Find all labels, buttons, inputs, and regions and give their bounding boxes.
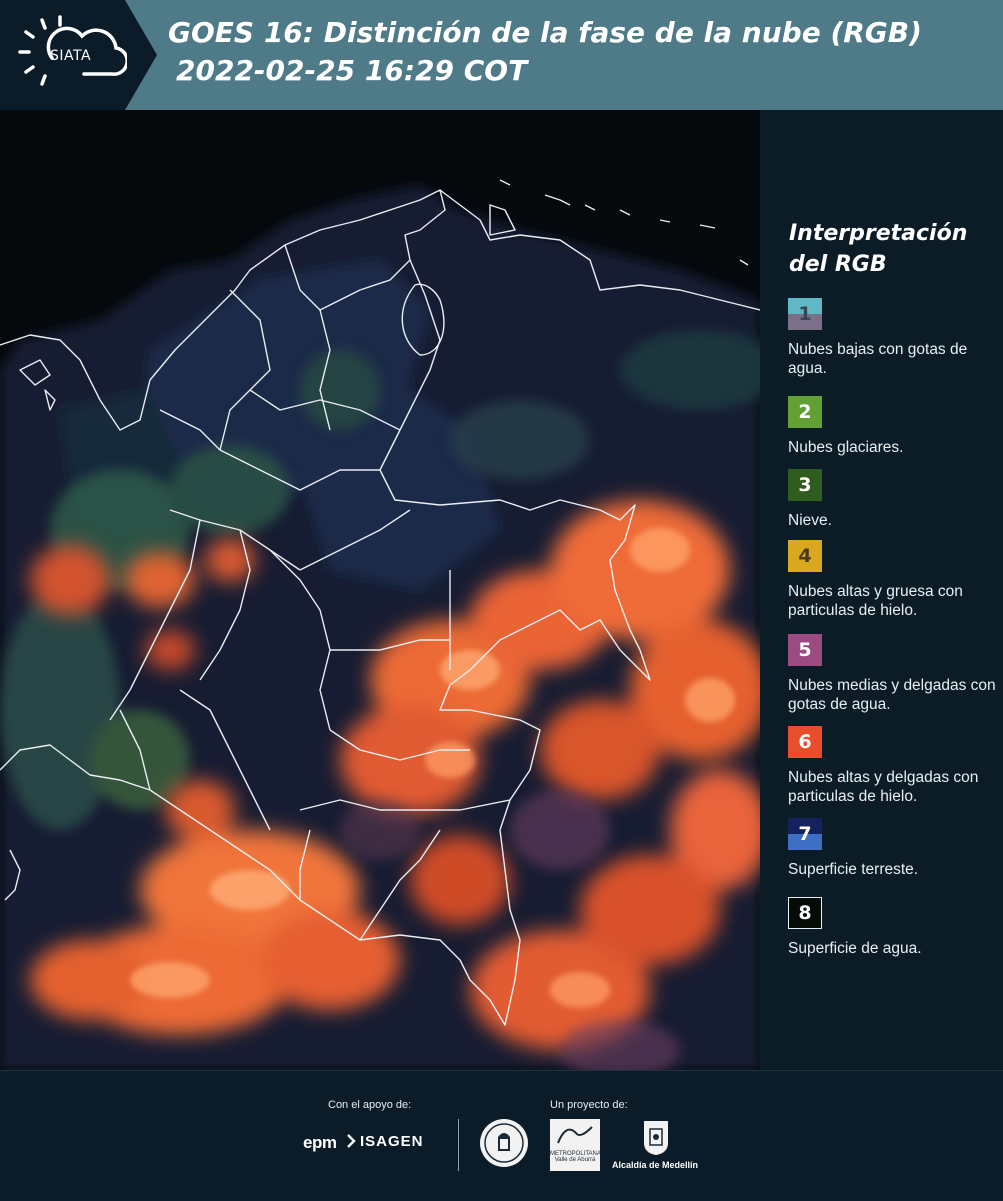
area-metropolitana-logo: METROPOLITANA Valle de Aburrá bbox=[550, 1119, 601, 1171]
title-line-2: 2022-02-25 16:29 COT bbox=[176, 54, 528, 87]
legend-item-8: 8 Superficie de agua. bbox=[788, 897, 1000, 958]
legend-label-8: Superficie de agua. bbox=[788, 940, 922, 957]
satellite-map bbox=[0, 110, 760, 1070]
legend-swatch-4: 4 bbox=[788, 540, 822, 572]
legend-swatch-6: 6 bbox=[788, 726, 822, 758]
legend-swatch-5: 5 bbox=[788, 634, 822, 666]
alcaldia-shield-icon bbox=[644, 1121, 668, 1155]
legend-label-3: Nieve. bbox=[788, 512, 832, 529]
project-label: Un proyecto de: bbox=[550, 1099, 628, 1111]
legend-label-4: Nubes altas y gruesa con particulas de h… bbox=[788, 583, 963, 619]
legend-swatch-1: 1 bbox=[788, 298, 822, 330]
epm-logo: epm bbox=[303, 1133, 337, 1152]
legend-item-6: 6 Nubes altas y delgadas con particulas … bbox=[788, 726, 1000, 806]
legend-swatch-3: 3 bbox=[788, 469, 822, 501]
legend-swatch-7: 7 bbox=[788, 818, 822, 850]
support-label: Con el apoyo de: bbox=[328, 1099, 412, 1111]
logo-text: SIATA bbox=[50, 48, 92, 64]
header-bar: SIATA GOES 16: Distinción de la fase de … bbox=[0, 0, 1003, 110]
isagen-mark-icon bbox=[347, 1134, 356, 1148]
page-title: GOES 16: Distinción de la fase de la nub… bbox=[168, 14, 922, 90]
seal-logo-icon bbox=[480, 1119, 528, 1167]
legend-item-2: 2 Nubes glaciares. bbox=[788, 396, 1000, 457]
footer: Con el apoyo de: Un proyecto de: epm ISA… bbox=[0, 1070, 1003, 1201]
legend-label-2: Nubes glaciares. bbox=[788, 439, 904, 456]
legend-label-5: Nubes medias y delgadas con gotas de agu… bbox=[788, 677, 996, 713]
legend-item-4: 4 Nubes altas y gruesa con particulas de… bbox=[788, 540, 1000, 620]
legend-label-1: Nubes bajas con gotas de agua. bbox=[788, 341, 968, 377]
legend-title: Interpretación del RGB bbox=[789, 221, 968, 277]
legend-panel: Interpretación del RGB 1 Nubes bajas con… bbox=[760, 110, 1003, 1070]
legend-swatch-2: 2 bbox=[788, 396, 822, 428]
legend-item-5: 5 Nubes medias y delgadas con gotas de a… bbox=[788, 634, 1000, 714]
legend-item-3: 3 Nieve. bbox=[788, 469, 1000, 530]
legend-item-1: 1 Nubes bajas con gotas de agua. bbox=[788, 298, 1000, 378]
legend-item-7: 7 Superficie terreste. bbox=[788, 818, 1000, 879]
satellite-image bbox=[0, 110, 760, 1070]
area-logo-icon bbox=[557, 1126, 593, 1144]
isagen-logo: ISAGEN bbox=[360, 1133, 424, 1150]
area-logo-text: METROPOLITANA Valle de Aburrá bbox=[550, 1151, 601, 1163]
title-line-1: GOES 16: Distinción de la fase de la nub… bbox=[168, 16, 922, 49]
legend-swatch-8: 8 bbox=[788, 897, 822, 929]
legend-label-6: Nubes altas y delgadas con particulas de… bbox=[788, 769, 979, 805]
alcaldia-text: Alcaldía de Medellín bbox=[612, 1160, 699, 1170]
legend-label-7: Superficie terreste. bbox=[788, 861, 919, 878]
footer-divider bbox=[458, 1119, 459, 1171]
